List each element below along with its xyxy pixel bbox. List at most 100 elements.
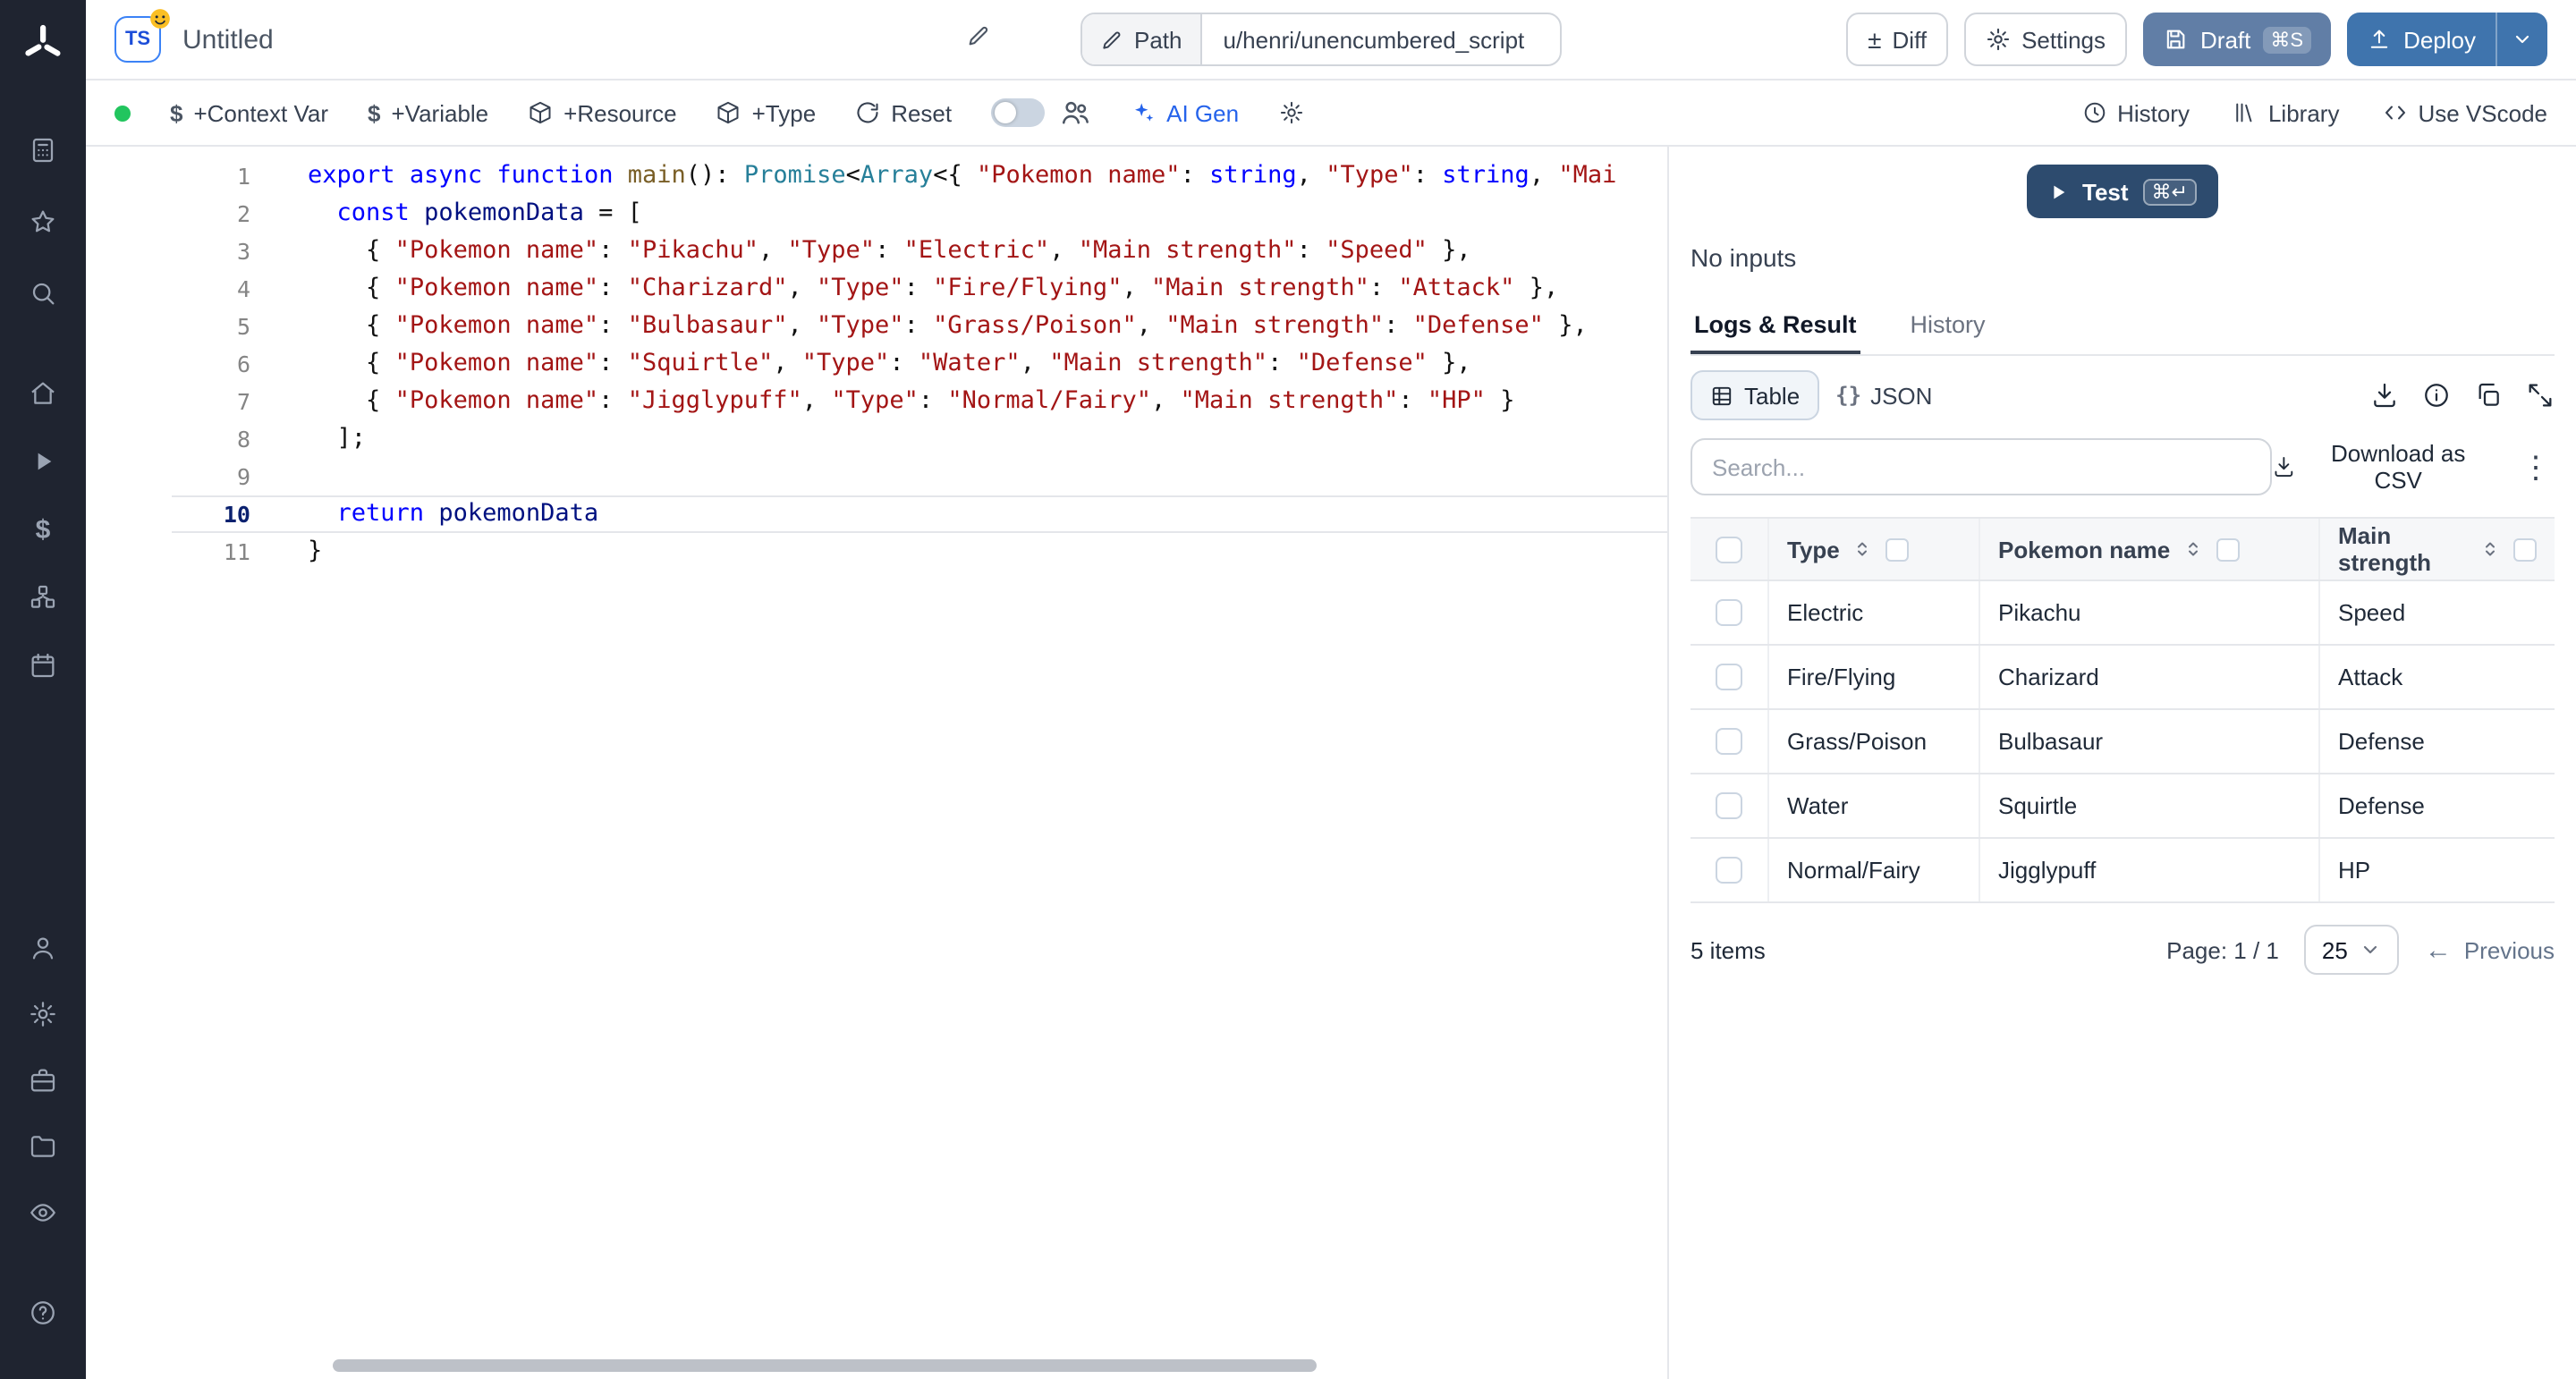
draft-button[interactable]: Draft ⌘S <box>2143 13 2330 66</box>
row-checkbox[interactable] <box>1716 728 1742 755</box>
pencil-icon <box>1100 28 1123 51</box>
tab-logs-result[interactable]: Logs & Result <box>1690 311 1860 354</box>
table-cell: Attack <box>2320 646 2555 708</box>
status-dot <box>114 105 131 121</box>
sidebar-item-calculator[interactable] <box>14 123 72 177</box>
code-text: return pokemonData <box>308 495 598 533</box>
sort-icon[interactable] <box>1852 538 1874 560</box>
search-input[interactable] <box>1690 438 2272 495</box>
items-count: 5 items <box>1690 936 1766 963</box>
previous-page-button[interactable]: ← Previous <box>2425 935 2555 965</box>
run-panel: Test ⌘↵ No inputs Logs & Result History … <box>1667 147 2576 1379</box>
sidebar-item-favorites[interactable] <box>14 195 72 249</box>
deploy-button[interactable]: Deploy <box>2346 13 2496 66</box>
vscode-button[interactable]: Use VScode <box>2382 99 2547 126</box>
path-value[interactable]: u/henri/unencumbered_script <box>1202 14 1560 64</box>
code-line[interactable]: 5 { "Pokemon name": "Bulbasaur", "Type":… <box>172 308 1667 345</box>
more-options-button[interactable]: ⋮ <box>2517 452 2555 482</box>
row-checkbox[interactable] <box>1716 857 1742 884</box>
json-view-label: JSON <box>1870 382 1932 409</box>
row-checkbox[interactable] <box>1716 664 1742 690</box>
code-editor[interactable]: 1export async function main(): Promise<A… <box>172 147 1667 1379</box>
sidebar-item-help[interactable] <box>14 1286 72 1340</box>
code-line[interactable]: 7 { "Pokemon name": "Jigglypuff", "Type"… <box>172 383 1667 420</box>
code-line[interactable]: 10 return pokemonData <box>172 495 1667 533</box>
test-button[interactable]: Test ⌘↵ <box>2027 165 2218 218</box>
table-cell: Fire/Flying <box>1769 646 1980 708</box>
download-result-button[interactable] <box>2370 381 2399 410</box>
sidebar-item-search[interactable] <box>14 266 72 320</box>
column-filter-checkbox[interactable] <box>2216 537 2240 561</box>
edit-path-button[interactable]: Path <box>1082 14 1202 64</box>
settings-button[interactable]: Settings <box>1964 13 2127 66</box>
sidebar-item-runs[interactable] <box>14 435 72 488</box>
expand-result-button[interactable] <box>2526 381 2555 410</box>
line-number: 2 <box>172 195 250 233</box>
add-resource-button[interactable]: +Resource <box>528 99 676 126</box>
reset-button[interactable]: Reset <box>855 99 952 126</box>
column-filter-checkbox[interactable] <box>1886 537 1910 561</box>
sidebar-item-variables[interactable]: $ <box>14 503 72 556</box>
download-csv-button[interactable]: Download as CSV <box>2272 440 2488 494</box>
history-label: History <box>2117 99 2190 126</box>
sidebar-item-settings[interactable] <box>14 987 72 1041</box>
code-line[interactable]: 8 ]; <box>172 420 1667 458</box>
code-line[interactable]: 3 { "Pokemon name": "Pikachu", "Type": "… <box>172 233 1667 270</box>
page-size-value: 25 <box>2322 936 2348 963</box>
sidebar-item-resources[interactable] <box>14 571 72 624</box>
table-row[interactable]: ElectricPikachuSpeed <box>1690 581 2555 646</box>
select-all-checkbox[interactable] <box>1716 536 1742 563</box>
table-row[interactable]: Normal/FairyJigglypuffHP <box>1690 839 2555 903</box>
copy-result-button[interactable] <box>2474 381 2503 410</box>
code-text: { "Pokemon name": "Jigglypuff", "Type": … <box>308 383 1514 420</box>
gear-icon <box>1278 100 1303 125</box>
tab-history[interactable]: History <box>1907 311 1989 354</box>
table-row[interactable]: Grass/PoisonBulbasaurDefense <box>1690 710 2555 774</box>
deploy-button-group: Deploy <box>2346 13 2547 66</box>
sidebar-item-home[interactable] <box>14 367 72 420</box>
ai-gen-button[interactable]: AI Gen <box>1131 99 1239 126</box>
table-row[interactable]: WaterSquirtleDefense <box>1690 774 2555 839</box>
sidebar-item-schedules[interactable] <box>14 639 72 692</box>
sidebar-item-audit[interactable] <box>14 1186 72 1239</box>
result-tabs: Logs & Result History <box>1690 311 2555 356</box>
sort-icon[interactable] <box>2479 538 2501 560</box>
multiplayer-toggle[interactable] <box>991 98 1045 127</box>
draft-label: Draft <box>2200 26 2250 53</box>
library-button[interactable]: Library <box>2233 99 2340 126</box>
code-line[interactable]: 2 const pokemonData = [ <box>172 195 1667 233</box>
code-line[interactable]: 4 { "Pokemon name": "Charizard", "Type":… <box>172 270 1667 308</box>
page-size-select[interactable]: 25 <box>2304 925 2400 975</box>
deploy-menu-button[interactable] <box>2496 13 2547 66</box>
code-line[interactable]: 1export async function main(): Promise<A… <box>172 157 1667 195</box>
sort-icon[interactable] <box>2182 538 2204 560</box>
result-info-button[interactable] <box>2422 381 2451 410</box>
sidebar-item-workers[interactable] <box>14 1053 72 1107</box>
sidebar-item-folders[interactable] <box>14 1120 72 1173</box>
add-type-button[interactable]: +Type <box>716 99 817 126</box>
editor-settings-button[interactable] <box>1278 100 1303 125</box>
table-row[interactable]: Fire/FlyingCharizardAttack <box>1690 646 2555 710</box>
add-variable-button[interactable]: $ +Variable <box>368 99 488 126</box>
chevron-down-icon <box>2360 939 2382 960</box>
column-label: Pokemon name <box>1998 536 2170 563</box>
braces-icon: {} <box>1835 383 1861 408</box>
column-filter-checkbox[interactable] <box>2513 537 2537 561</box>
edit-summary-button[interactable] <box>955 21 1002 50</box>
sidebar-item-user[interactable] <box>14 921 72 975</box>
code-line[interactable]: 11} <box>172 533 1667 571</box>
table-view-button[interactable]: Table <box>1690 370 1819 420</box>
code-line[interactable]: 6 { "Pokemon name": "Squirtle", "Type": … <box>172 345 1667 383</box>
column-header: Pokemon name <box>1980 519 2320 580</box>
windmill-logo[interactable] <box>20 21 66 77</box>
row-checkbox[interactable] <box>1716 599 1742 626</box>
vscode-label: Use VScode <box>2418 99 2547 126</box>
add-context-var-button[interactable]: $ +Context Var <box>170 99 328 126</box>
history-button[interactable]: History <box>2081 99 2190 126</box>
diff-button[interactable]: ± Diff <box>1846 13 1948 66</box>
json-view-button[interactable]: {} JSON <box>1819 370 1948 420</box>
add-resource-label: +Resource <box>564 99 676 126</box>
horizontal-scrollbar[interactable] <box>333 1359 1317 1372</box>
row-checkbox[interactable] <box>1716 792 1742 819</box>
code-line[interactable]: 9 <box>172 458 1667 495</box>
